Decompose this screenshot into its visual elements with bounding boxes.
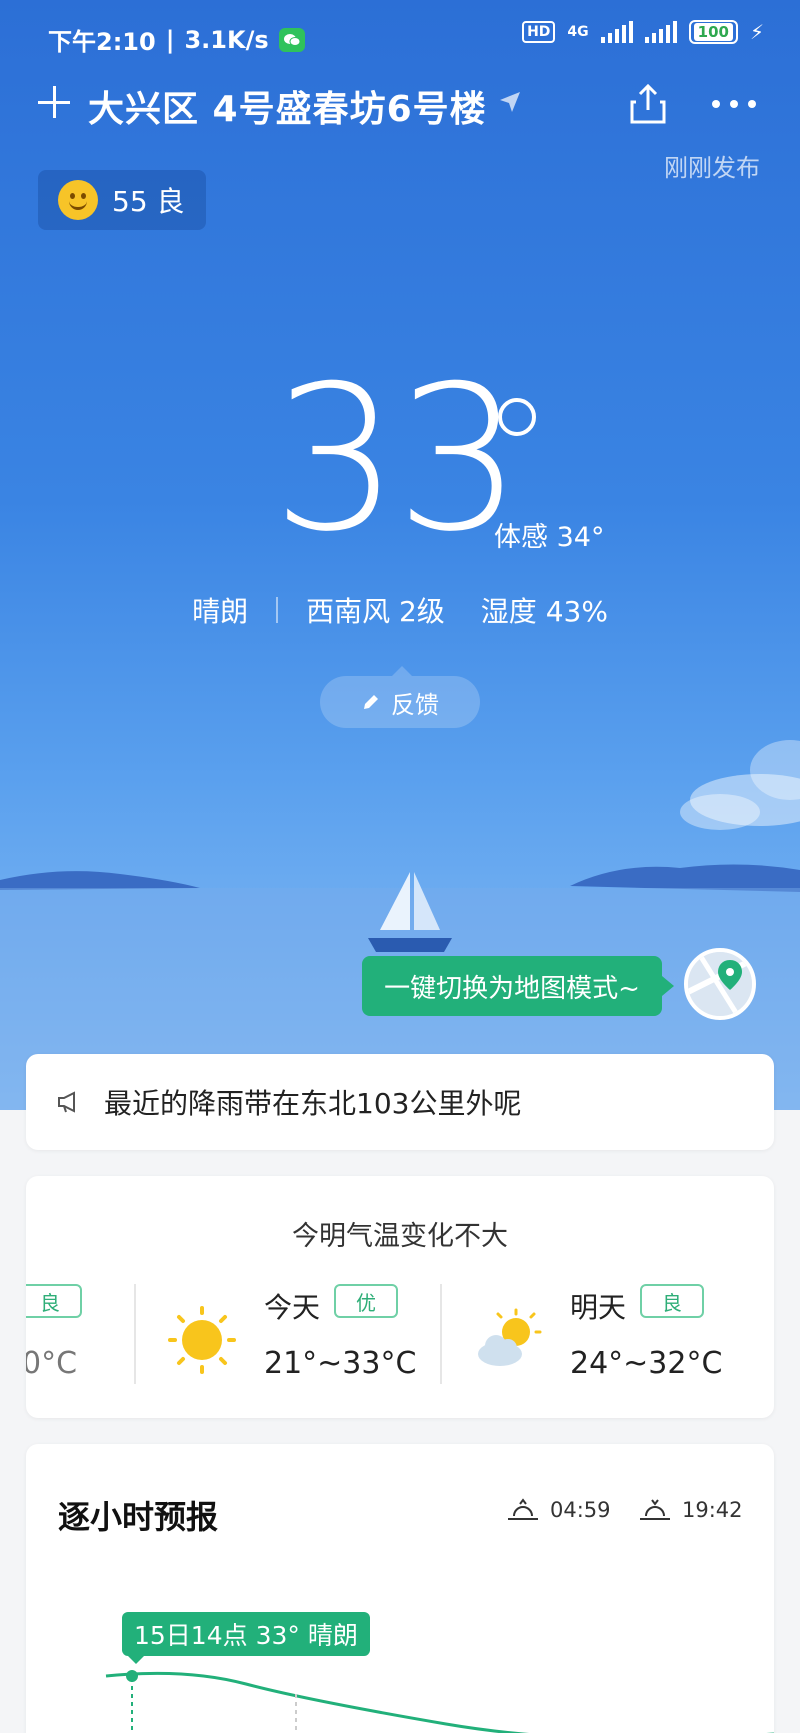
wechat-icon [278,27,305,52]
megaphone-icon [58,1091,75,1113]
aqi-badge[interactable]: 55 良 [38,170,206,230]
hd-icon: HD [522,21,556,43]
hourly-forecast-card[interactable]: 逐小时预报 04:59 19:42 15日14点 33° 晴朗 [26,1444,774,1733]
map-pin-icon [688,952,752,1016]
divider [276,597,279,623]
hour-tooltip: 15日14点 33° 晴朗 [122,1612,370,1664]
tomorrow-aqi-badge: 良 [640,1284,704,1318]
humidity-text: 湿度 43% [480,595,608,628]
partly-cloudy-icon [478,1308,542,1366]
network-speed: 3.1K/s [184,25,269,54]
wind-text: 西南风 2级 [306,595,445,628]
map-mode-button[interactable] [684,948,756,1020]
rain-notice-card[interactable]: 最近的降雨带在东北103公里外呢 [26,1054,774,1150]
hourly-title: 逐小时预报 [58,1498,219,1536]
status-right: HD 4G 100 ⚡ [522,20,764,44]
rain-notice-text: 最近的降雨带在东北103公里外呢 [104,1087,522,1120]
more-icon[interactable] [712,100,756,108]
location-arrow-icon [500,92,520,112]
smile-icon [58,180,98,220]
sunset-icon [640,1499,670,1520]
network-type: 4G [567,24,589,40]
charging-icon: ⚡ [749,20,764,44]
daily-summary: 今明气温变化不大 [292,1221,508,1252]
tomorrow-label: 明天 [570,1291,627,1324]
map-mode-tip[interactable]: 一键切换为地图模式~ [362,956,674,1016]
prev-aqi-badge: 良 [26,1284,82,1318]
sunset: 19:42 [638,1498,743,1522]
pencil-icon [364,695,378,709]
hourly-temperature-curve [105,1670,774,1733]
signal-icon [600,21,633,43]
daily-forecast-card[interactable]: 今明气温变化不大 良 0°C 今天 优 21°~33°C 明天 良 24°~32… [26,1176,774,1418]
add-city-icon[interactable] [38,86,70,118]
battery-icon: 100 [688,20,738,44]
feedback-button[interactable]: 反馈 [320,666,480,728]
feels-like: 体感 34° [494,522,605,553]
today-range: 21°~33°C [264,1346,417,1381]
status-time: 下午2:10 [48,28,156,56]
condition-text: 晴朗 [192,595,249,628]
share-icon[interactable] [628,82,668,126]
aqi-label: 55 良 [112,185,185,218]
status-bar: 下午2:10 | 3.1K/s HD 4G 100 ⚡ [0,0,800,72]
location-title[interactable]: 大兴区 4号盛春坊6号楼 [88,80,487,132]
sunrise-icon [508,1498,538,1520]
sunny-icon [168,1306,236,1374]
signal-icon-2 [644,21,677,43]
divider [134,1284,136,1384]
header: 大兴区 4号盛春坊6号楼 [0,78,800,148]
today-label: 今天 [264,1291,321,1324]
status-left: 下午2:10 | 3.1K/s [48,22,305,57]
conditions-row: 晴朗 西南风 2级 湿度 43% [0,590,800,630]
sunrise: 04:59 [506,1498,611,1522]
publish-time: 刚刚发布 [664,154,760,182]
degree-symbol [498,398,536,436]
prev-range: 0°C [26,1346,78,1381]
today-aqi-badge: 优 [334,1284,398,1318]
divider [440,1284,442,1384]
current-temperature: 33 [272,343,522,576]
tomorrow-range: 24°~32°C [570,1346,723,1381]
